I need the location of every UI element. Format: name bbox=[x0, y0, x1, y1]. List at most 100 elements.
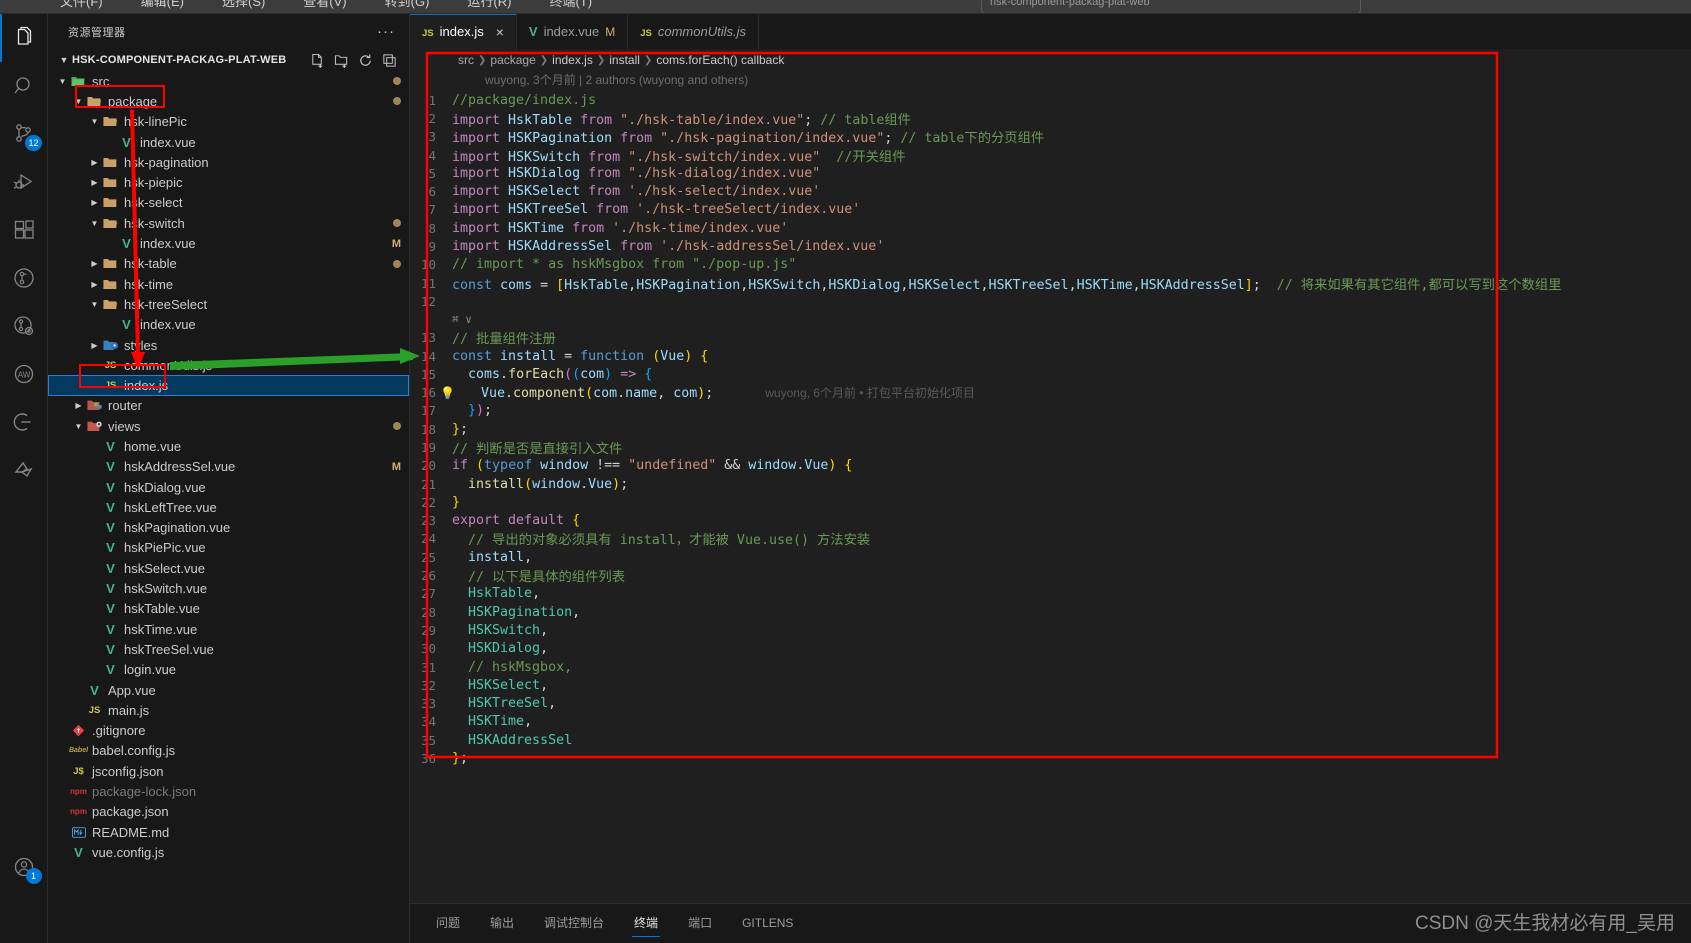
tab-close-icon[interactable]: × bbox=[496, 24, 504, 40]
breadcrumb-item[interactable]: install bbox=[609, 53, 640, 67]
explorer-icon[interactable] bbox=[0, 14, 48, 62]
chevron-down-icon[interactable]: ▼ bbox=[88, 219, 101, 228]
tree-item-index-vue[interactable]: Vindex.vue bbox=[48, 315, 409, 335]
tree-item-router[interactable]: ▶ router bbox=[48, 396, 409, 416]
panel-tab-4[interactable]: 端口 bbox=[686, 910, 714, 937]
source-control-icon[interactable]: 12 bbox=[0, 110, 48, 158]
tree-item-hsk-treeselect[interactable]: ▼ hsk-treeSelect bbox=[48, 294, 409, 314]
code-line[interactable]: 35 HSKAddressSel bbox=[410, 731, 1691, 749]
code-line[interactable]: 6 import HSKSelect from './hsk-select/ind… bbox=[410, 182, 1691, 200]
code-line[interactable]: 13 // 批量组件注册 bbox=[410, 329, 1691, 347]
gitlens-icon[interactable] bbox=[0, 254, 48, 302]
origami-icon[interactable] bbox=[0, 446, 48, 494]
chevron-right-icon[interactable]: ▶ bbox=[88, 280, 101, 289]
refresh-icon[interactable] bbox=[358, 53, 373, 68]
chevron-right-icon[interactable]: ▶ bbox=[72, 401, 85, 410]
editor-tab-commonutils-js[interactable]: JS commonUtils.js bbox=[628, 14, 759, 49]
code-line[interactable]: 10 // import * as hskMsgbox from "./pop-u… bbox=[410, 256, 1691, 274]
appworks-icon[interactable]: AW bbox=[0, 350, 48, 398]
tree-item-hsk-pagination[interactable]: ▶ hsk-pagination bbox=[48, 152, 409, 172]
chevron-down-icon[interactable]: ▼ bbox=[72, 97, 85, 106]
code-line[interactable]: 23 export default { bbox=[410, 512, 1691, 530]
code-line[interactable]: 33 HSKTreeSel, bbox=[410, 695, 1691, 713]
panel-tab-0[interactable]: 问题 bbox=[434, 910, 462, 937]
new-file-icon[interactable] bbox=[310, 53, 325, 68]
search-icon[interactable] bbox=[0, 62, 48, 110]
code-line[interactable]: 4 import HSKSwitch from "./hsk-switch/ind… bbox=[410, 146, 1691, 165]
tree-item-hskselect-vue[interactable]: VhskSelect.vue bbox=[48, 558, 409, 578]
code-line[interactable]: 22} bbox=[410, 493, 1691, 511]
tree-item-hsk-select[interactable]: ▶ hsk-select bbox=[48, 193, 409, 213]
menu-item-5[interactable]: 运行(R) bbox=[467, 0, 511, 10]
code-line[interactable]: 15 coms.forEach((com) => { bbox=[410, 365, 1691, 383]
code-line[interactable]: 32 HSKSelect, bbox=[410, 676, 1691, 694]
tree-item-hsk-time[interactable]: ▶ hsk-time bbox=[48, 274, 409, 294]
tree-item-hsk-linepic[interactable]: ▼ hsk-linePic bbox=[48, 112, 409, 132]
file-tree[interactable]: ▼ src ▼ package ▼ hsk-linePic Vindex.vue ▶ hsk-p… bbox=[48, 71, 409, 943]
menu-item-6[interactable]: 终端(T) bbox=[549, 0, 592, 10]
code-line[interactable]: 7 import HSKTreeSel from './hsk-treeSelec… bbox=[410, 201, 1691, 219]
tree-item-vue-config-js[interactable]: Vvue.config.js bbox=[48, 842, 409, 862]
editor-tab-index-js[interactable]: JS index.js × bbox=[410, 14, 517, 49]
tree-item--gitignore[interactable]: .gitignore bbox=[48, 721, 409, 741]
tree-item-hskpiepic-vue[interactable]: VhskPiePic.vue bbox=[48, 538, 409, 558]
chevron-right-icon[interactable]: ▶ bbox=[88, 158, 101, 167]
code-line[interactable]: 26 // 以下是具体的组件列表 bbox=[410, 566, 1691, 585]
code-editor[interactable]: 1 //package/index.js 2 import HskTable from… bbox=[410, 91, 1691, 903]
tree-item-hskpagination-vue[interactable]: VhskPagination.vue bbox=[48, 518, 409, 538]
tree-item-hskswitch-vue[interactable]: VhskSwitch.vue bbox=[48, 578, 409, 598]
run-debug-icon[interactable] bbox=[0, 158, 48, 206]
code-line[interactable]: 28 HSKPagination, bbox=[410, 603, 1691, 621]
tree-item-login-vue[interactable]: Vlogin.vue bbox=[48, 660, 409, 680]
code-line[interactable]: 19 // 判断是否是直接引入文件 bbox=[410, 438, 1691, 457]
tree-item-index-js[interactable]: JS index.js bbox=[48, 375, 409, 396]
code-line[interactable]: 14 const install = function (Vue) { bbox=[410, 347, 1691, 365]
tree-item-hskdialog-vue[interactable]: VhskDialog.vue bbox=[48, 477, 409, 497]
code-line[interactable]: 11 const coms = [HskTable,HSKPagination,H… bbox=[410, 274, 1691, 293]
tree-item-index-vue[interactable]: Vindex.vue bbox=[48, 132, 409, 152]
tree-item-src[interactable]: ▼ src bbox=[48, 71, 409, 91]
editor-tab-index-vue[interactable]: Vindex.vue M bbox=[516, 14, 629, 49]
tree-item-index-vue[interactable]: Vindex.vue M bbox=[48, 233, 409, 253]
code-line[interactable]: 29 HSKSwitch, bbox=[410, 621, 1691, 639]
tree-item-hsk-table[interactable]: ▶ hsk-table bbox=[48, 254, 409, 274]
tree-item-package-lock-json[interactable]: npm package-lock.json bbox=[48, 781, 409, 801]
menu-item-3[interactable]: 查看(V) bbox=[303, 0, 346, 10]
sidebar-more-actions-icon[interactable]: ··· bbox=[377, 23, 403, 40]
tree-item-readme-md[interactable]: README.md bbox=[48, 822, 409, 842]
account-icon[interactable]: 1 bbox=[0, 843, 48, 891]
breadcrumb[interactable]: src ❯ package ❯ index.js ❯ install ❯ coms.forEac… bbox=[410, 49, 1691, 71]
gitlens-inspect-icon[interactable] bbox=[0, 302, 48, 350]
breadcrumb-item[interactable]: package bbox=[490, 53, 535, 67]
code-line[interactable]: 34 HSKTime, bbox=[410, 713, 1691, 731]
code-line[interactable]: 24 // 导出的对象必须具有 install，才能被 Vue.use() 方法… bbox=[410, 530, 1691, 548]
code-line[interactable]: 17 }); bbox=[410, 402, 1691, 420]
menu-item-0[interactable]: 文件(F) bbox=[60, 0, 103, 10]
code-line[interactable]: 20 if (typeof window !== "undefined" && w… bbox=[410, 457, 1691, 475]
tree-item-package-json[interactable]: npm package.json bbox=[48, 802, 409, 822]
tree-item-hsk-piepic[interactable]: ▶ hsk-piepic bbox=[48, 172, 409, 192]
code-line[interactable]: 9 import HSKAddressSel from './hsk-addres… bbox=[410, 237, 1691, 255]
tree-item-styles[interactable]: ▶ styles bbox=[48, 335, 409, 355]
chevron-down-icon[interactable]: ▼ bbox=[72, 422, 85, 431]
tree-item-views[interactable]: ▼ views bbox=[48, 416, 409, 436]
breadcrumb-item[interactable]: src bbox=[458, 53, 474, 67]
codegeex-icon[interactable] bbox=[0, 398, 48, 446]
code-line[interactable]: 25 install, bbox=[410, 548, 1691, 566]
code-line[interactable]: 18}; bbox=[410, 420, 1691, 438]
tree-item-home-vue[interactable]: Vhome.vue bbox=[48, 436, 409, 456]
chevron-right-icon[interactable]: ▶ bbox=[88, 178, 101, 187]
chevron-down-icon[interactable]: ▼ bbox=[88, 117, 101, 126]
tree-item-commonutils-js[interactable]: JS commonUtils.js bbox=[48, 355, 409, 375]
code-line[interactable]: 2 import HskTable from "./hsk-table/index… bbox=[410, 109, 1691, 128]
chevron-right-icon[interactable]: ▶ bbox=[88, 341, 101, 350]
panel-tab-2[interactable]: 调试控制台 bbox=[542, 910, 606, 937]
chevron-down-icon[interactable]: ▼ bbox=[88, 300, 101, 309]
breadcrumb-item[interactable]: coms.forEach() callback bbox=[656, 53, 784, 67]
chevron-right-icon[interactable]: ▶ bbox=[88, 198, 101, 207]
code-line[interactable]: 21 install(window.Vue); bbox=[410, 475, 1691, 493]
chevron-down-icon[interactable]: ▼ bbox=[56, 77, 69, 86]
chevron-down-icon[interactable]: ▼ bbox=[56, 55, 72, 65]
settings-gear-icon[interactable] bbox=[0, 891, 48, 939]
menu-item-4[interactable]: 转到(G) bbox=[385, 0, 430, 10]
